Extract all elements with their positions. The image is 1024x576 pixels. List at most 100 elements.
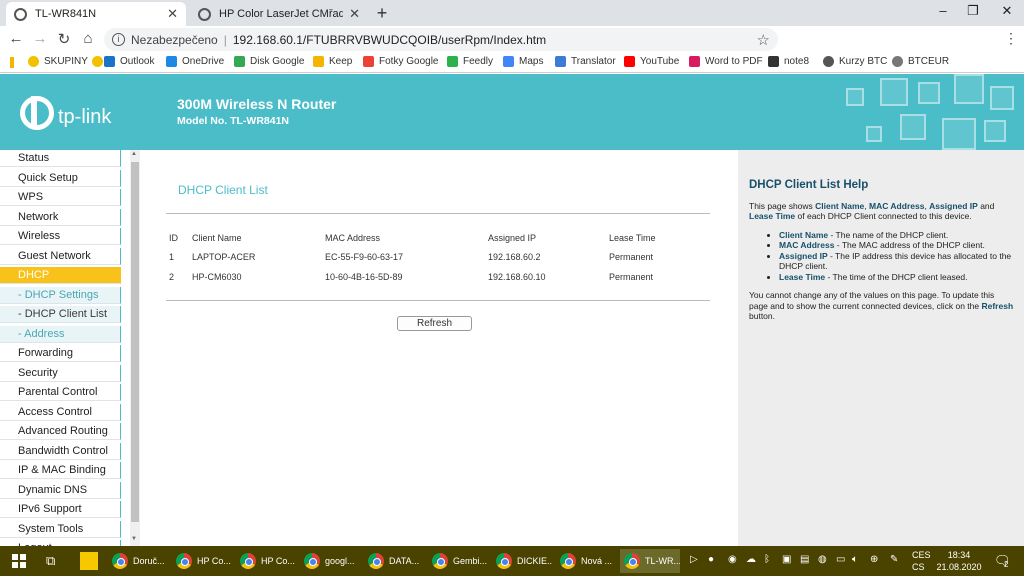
column-header: Assigned IP [488, 233, 537, 243]
globe-icon[interactable]: ⊕ [870, 554, 878, 565]
taskbar-item-label: DATA... [389, 556, 420, 566]
menu-item-status[interactable]: Status [0, 150, 121, 167]
bookmark-maps[interactable]: Maps [503, 56, 543, 67]
tab-tl-wr841n[interactable]: TL-WR841N ✕ [6, 2, 186, 26]
bookmark-outlook[interactable]: Outlook [104, 56, 154, 67]
bookmark-word-to-pdf[interactable]: Word to PDF [689, 56, 763, 67]
divider [166, 300, 710, 301]
menu-item-ip-mac-binding[interactable]: IP & MAC Binding [0, 462, 121, 479]
bookmark-kurzy-btc[interactable]: Kurzy BTC [823, 56, 887, 67]
language-indicator[interactable]: CES CS [912, 549, 931, 573]
bookmark-feedly[interactable]: Feedly [447, 56, 493, 67]
table-cell: 1 [169, 252, 175, 262]
taskbar-item[interactable]: Doruč... [108, 549, 168, 573]
menu-item-parental-control[interactable]: Parental Control [0, 384, 121, 401]
menu-item-system-tools[interactable]: System Tools [0, 520, 121, 538]
reload-icon[interactable]: ↻ [54, 30, 74, 48]
cloud-icon[interactable]: ☁ [746, 554, 756, 565]
menu-item-dynamic-dns[interactable]: Dynamic DNS [0, 481, 121, 499]
bookmark-disk-google[interactable]: Disk Google [234, 56, 304, 67]
menu-scrollbar[interactable]: ▲ ▼ [130, 150, 140, 546]
restore-button[interactable]: ❐ [958, 3, 988, 19]
menu-item-ipv6-support[interactable]: IPv6 Support [0, 501, 121, 518]
taskbar-item[interactable]: HP Co... [236, 549, 296, 573]
menu-item-advanced-routing[interactable]: Advanced Routing [0, 423, 121, 440]
taskbar-item[interactable]: TL-WR... [620, 549, 680, 573]
refresh-button[interactable]: Refresh [397, 316, 472, 331]
apps-folder-icon[interactable] [10, 57, 14, 68]
tab-hp-laserjet[interactable]: HP Color LaserJet CMřada 6030 M ✕ [190, 2, 368, 26]
taskbar-item[interactable]: Gembi... [428, 549, 488, 573]
task-view-icon[interactable]: ⧉ [46, 553, 55, 569]
bluetooth-icon[interactable]: ᛒ [764, 554, 770, 565]
tray-app-icon[interactable]: ▣ [782, 554, 791, 565]
menu-item-network[interactable]: Network [0, 208, 121, 226]
close-tab-icon[interactable]: ✕ [167, 6, 178, 22]
menu-item-wps[interactable]: WPS [0, 189, 121, 206]
menu-item-address-reservation[interactable]: - Address Reservation [0, 325, 121, 357]
info-icon[interactable]: i [112, 33, 125, 46]
tray-app-icon[interactable]: ● [708, 554, 714, 565]
menu-item-dhcp[interactable]: DHCP [0, 267, 121, 284]
kebab-menu-icon[interactable]: ⋮ [1004, 30, 1018, 47]
address-bar[interactable]: i Nezabezpečeno | 192.168.60.1/FTUBRRVBW… [104, 28, 778, 51]
taskbar-item[interactable]: DATA... [364, 549, 424, 573]
network-icon[interactable]: ▭ [836, 554, 845, 565]
menu-item-quick-setup[interactable]: Quick Setup [0, 169, 121, 187]
url-text[interactable]: 192.168.60.1/FTUBRRVBWUDCQOIB/userRpm/In… [233, 33, 546, 47]
close-window-button[interactable]: ✕ [992, 3, 1022, 19]
menu-item-bandwidth-control[interactable]: Bandwidth Control [0, 442, 121, 460]
tab-title: HP Color LaserJet CMřada 6030 M [219, 8, 344, 20]
volume-icon[interactable]: 🔈︎ [852, 554, 858, 565]
new-tab-button[interactable]: + [373, 3, 391, 24]
scroll-up-icon[interactable]: ▲ [131, 151, 137, 157]
model-number: Model No. TL-WR841N [177, 115, 289, 127]
bookmark-skupiny[interactable]: SKUPINY [28, 56, 108, 67]
windows-start-icon[interactable] [12, 554, 26, 568]
home-icon[interactable]: ⌂ [78, 30, 98, 47]
bookmark-fotky-google[interactable]: Fotky Google [363, 56, 438, 67]
bookmark-youtube[interactable]: YouTube [624, 56, 679, 67]
sticky-notes-icon[interactable] [80, 552, 98, 570]
taskbar-item[interactable]: Nová ... [556, 549, 616, 573]
menu-item-dhcp-settings[interactable]: - DHCP Settings [0, 286, 121, 304]
pen-icon[interactable]: ✎ [890, 554, 898, 565]
translate-icon [555, 56, 566, 67]
taskbar-item[interactable]: HP Co... [172, 549, 232, 573]
menu-item-forwarding[interactable]: Forwarding [0, 345, 121, 362]
chrome-icon [560, 553, 576, 569]
taskbar-item[interactable]: DICKIE... [492, 549, 552, 573]
bookmark-note8[interactable]: note8 [768, 56, 809, 67]
feedly-icon [447, 56, 458, 67]
menu-item-dhcp-client-list[interactable]: - DHCP Client List [0, 306, 121, 323]
tray-app-icon[interactable]: ▤ [800, 554, 809, 565]
chrome-icon [240, 553, 256, 569]
bookmark-btceur[interactable]: BTCEUR [892, 56, 949, 67]
table-cell: Permanent [609, 252, 654, 262]
menu-item-security[interactable]: Security [0, 364, 121, 382]
close-tab-icon[interactable]: ✕ [349, 6, 360, 22]
menu-item-wireless[interactable]: Wireless [0, 228, 121, 245]
decor-square [942, 118, 976, 150]
tray-app-icon[interactable]: ◍ [818, 554, 827, 565]
bookmark-translator[interactable]: Translator [555, 56, 616, 67]
taskbar-item[interactable]: googl... [300, 549, 360, 573]
menu-item-access-control[interactable]: Access Control [0, 403, 121, 421]
column-header: Client Name [192, 233, 242, 243]
back-arrow-icon[interactable]: ← [6, 30, 26, 47]
bookmark-onedrive[interactable]: OneDrive [166, 56, 224, 67]
chrome-icon [624, 553, 640, 569]
minimize-button[interactable]: – [928, 3, 958, 18]
forward-arrow-icon[interactable]: → [30, 30, 50, 47]
tray-arrow-icon[interactable]: ▷ [690, 554, 698, 565]
scrollbar-thumb[interactable] [131, 162, 139, 522]
clock[interactable]: 18:34 21.08.2020 [936, 549, 982, 573]
bookmark-keep[interactable]: Keep [313, 56, 352, 67]
scroll-down-icon[interactable]: ▼ [131, 536, 137, 542]
menu-item-guest-network[interactable]: Guest Network [0, 247, 121, 265]
notification-count: 2 [1004, 560, 1009, 569]
taskbar-item-label: googl... [325, 556, 355, 566]
browser-toolbar: ← → ↻ ⌂ i Nezabezpečeno | 192.168.60.1/F… [0, 26, 1024, 72]
bookmark-star-icon[interactable]: ☆ [757, 31, 770, 49]
tray-app-icon[interactable]: ◉ [728, 554, 737, 565]
